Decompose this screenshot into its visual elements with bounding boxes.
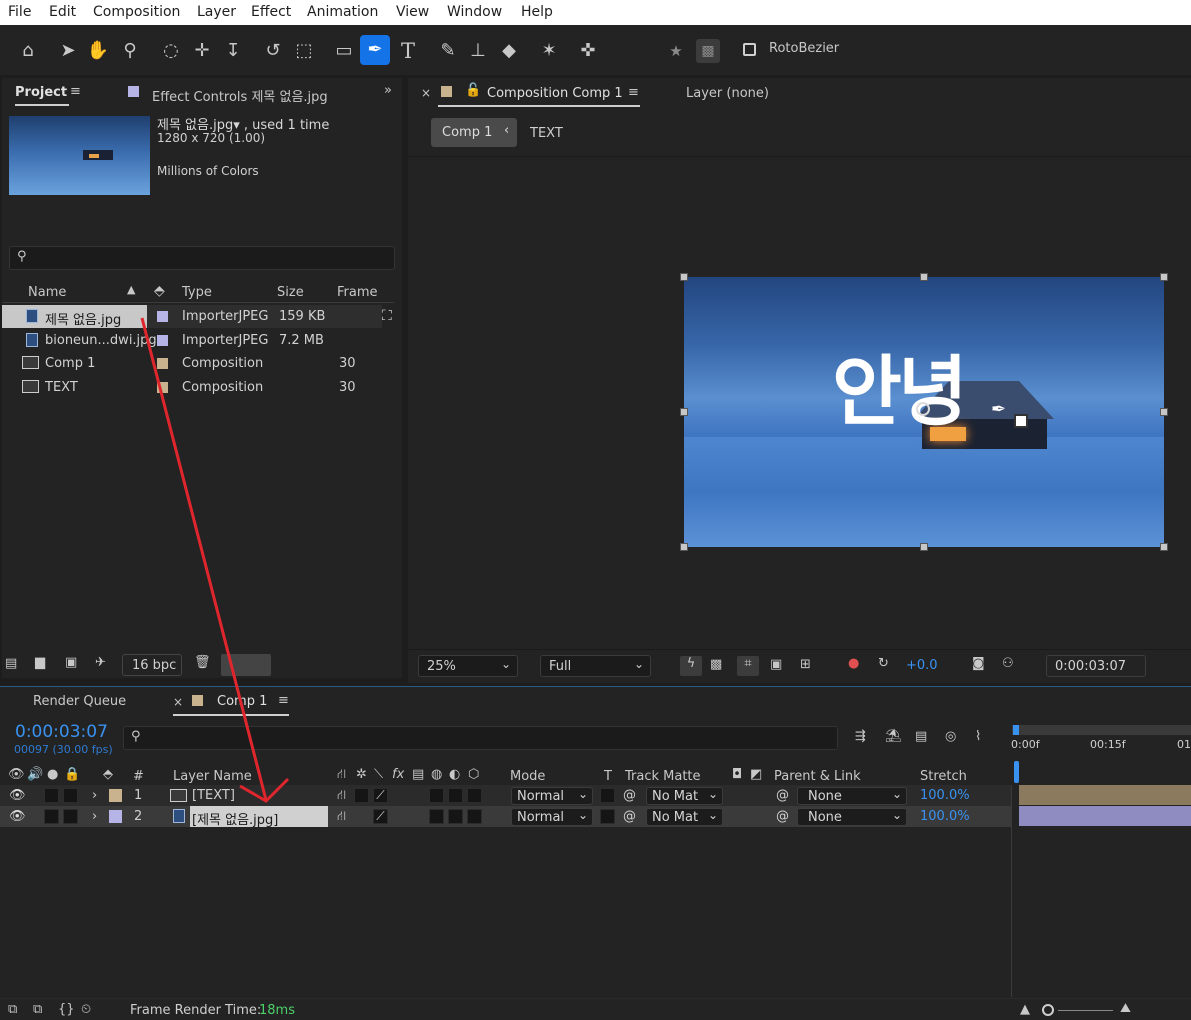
annotation-arrow — [140, 317, 290, 803]
